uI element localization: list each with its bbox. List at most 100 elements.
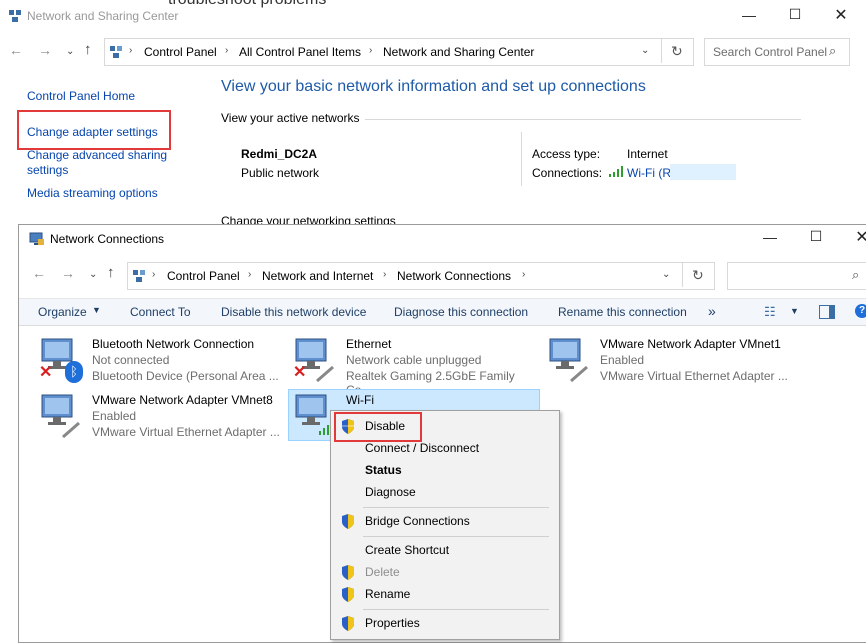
back-arrow-icon[interactable]: ← <box>9 42 23 58</box>
forward-arrow-icon[interactable]: → <box>38 42 52 58</box>
breadcrumb-chevron: › <box>225 45 229 56</box>
network-name: Redmi_DC2A <box>241 147 318 161</box>
forward-arrow-icon[interactable]: → <box>61 265 75 281</box>
search-icon[interactable]: ⌕ <box>852 267 859 283</box>
menu-item-rename[interactable]: Rename <box>331 583 557 605</box>
breadcrumb-nsc[interactable]: Network and Sharing Center <box>383 45 534 59</box>
uac-shield-icon <box>341 616 355 631</box>
breadcrumb-control-panel[interactable]: Control Panel <box>144 45 217 59</box>
preview-pane-icon[interactable] <box>819 305 835 319</box>
control-panel-home-link[interactable]: Control Panel Home <box>27 89 135 103</box>
network-connections-app-icon <box>29 231 45 247</box>
menu-item-delete: Delete <box>331 561 557 583</box>
organize-dropdown-icon[interactable]: ▼ <box>92 305 101 315</box>
wifi-connection-link[interactable]: Wi-Fi (R <box>627 166 671 180</box>
menu-label: Delete <box>365 565 400 579</box>
network-adapter-icon <box>547 337 595 388</box>
address-dropdown-icon[interactable]: ⌄ <box>641 45 649 56</box>
view-options-icon[interactable]: ☷ <box>764 304 776 320</box>
list-item[interactable]: VMware Network Adapter VMnet1 Enabled VM… <box>547 337 807 385</box>
menu-separator <box>363 609 549 610</box>
search-box[interactable]: Search Control Panel ⌕ <box>704 38 850 66</box>
diagnose-connection-button[interactable]: Diagnose this connection <box>394 305 528 319</box>
address-bar[interactable]: › Control Panel › Network and Internet ›… <box>127 262 715 290</box>
item-status: Not connected <box>92 353 170 367</box>
window-title: Network Connections <box>50 232 165 246</box>
item-status: Enabled <box>600 353 645 367</box>
menu-label: Bridge Connections <box>365 514 470 528</box>
back-arrow-icon[interactable]: ← <box>32 265 46 281</box>
minimize-button[interactable]: — <box>726 7 772 23</box>
maximize-button[interactable]: ☐ <box>772 6 818 23</box>
minimize-button[interactable]: — <box>747 229 793 245</box>
page-heading: View your basic network information and … <box>221 78 646 95</box>
list-item[interactable]: ✕ ᛒ Bluetooth Network Connection Not con… <box>39 337 289 385</box>
view-dropdown-icon[interactable]: ▼ <box>790 306 799 316</box>
up-arrow-icon[interactable]: ↑ <box>84 41 92 58</box>
menu-item-diagnose[interactable]: Diagnose <box>331 481 557 503</box>
up-arrow-icon[interactable]: ↑ <box>107 264 115 281</box>
network-app-icon <box>8 9 22 23</box>
menu-label: Status <box>365 463 402 477</box>
recent-chevron-icon[interactable]: ⌄ <box>89 269 97 280</box>
more-commands-button[interactable]: » <box>708 303 716 319</box>
section-divider <box>365 119 801 120</box>
refresh-icon[interactable]: ↻ <box>671 43 683 60</box>
change-adapter-settings-link[interactable]: Change adapter settings <box>27 125 158 139</box>
organize-menu[interactable]: Organize <box>38 305 87 319</box>
wifi-signal-icon <box>608 166 624 178</box>
redacted-area <box>670 164 736 180</box>
control-panel-icon <box>132 269 146 283</box>
connections-label: Connections: <box>532 166 603 180</box>
uac-shield-icon <box>341 514 355 529</box>
breadcrumb-chevron: › <box>369 45 373 56</box>
menu-item-status[interactable]: Status <box>331 459 557 481</box>
menu-item-connect-disconnect[interactable]: Connect / Disconnect <box>331 437 557 459</box>
disconnected-x-icon: ✕ <box>39 364 53 381</box>
item-name: Wi-Fi <box>346 393 374 407</box>
connect-to-button[interactable]: Connect To <box>130 305 191 319</box>
breadcrumb-network-connections[interactable]: Network Connections <box>397 269 511 283</box>
search-box[interactable]: ⌕ <box>727 262 866 290</box>
item-status: Network cable unplugged <box>346 353 482 367</box>
recent-chevron-icon[interactable]: ⌄ <box>66 46 74 57</box>
bluetooth-icon: ᛒ <box>65 361 83 383</box>
list-item[interactable]: ✕ Ethernet Network cable unplugged Realt… <box>293 337 543 397</box>
menu-item-create-shortcut[interactable]: Create Shortcut <box>331 539 557 561</box>
disable-device-button[interactable]: Disable this network device <box>221 305 366 319</box>
list-item[interactable]: VMware Network Adapter VMnet8 Enabled VM… <box>39 393 289 441</box>
breadcrumb-chevron: › <box>129 45 133 56</box>
refresh-icon[interactable]: ↻ <box>692 267 704 284</box>
item-device: Bluetooth Device (Personal Area ... <box>92 369 279 383</box>
search-input[interactable]: Search Control Panel <box>713 45 827 59</box>
uac-shield-icon <box>341 587 355 602</box>
maximize-button[interactable]: ☐ <box>793 228 839 245</box>
close-button[interactable]: ✕ <box>839 227 866 247</box>
breadcrumb-control-panel[interactable]: Control Panel <box>167 269 240 283</box>
search-icon[interactable]: ⌕ <box>829 43 836 59</box>
breadcrumb-chevron: › <box>152 269 156 280</box>
breadcrumb-chevron: › <box>522 269 526 280</box>
change-advanced-sharing-link[interactable]: Change advanced sharing <box>27 148 167 162</box>
breadcrumb-network-internet[interactable]: Network and Internet <box>262 269 373 283</box>
address-dropdown-icon[interactable]: ⌄ <box>662 269 670 280</box>
breadcrumb-chevron: › <box>383 269 387 280</box>
media-streaming-link[interactable]: Media streaming options <box>27 186 158 200</box>
address-bar[interactable]: › Control Panel › All Control Panel Item… <box>104 38 694 66</box>
disconnected-x-icon: ✕ <box>293 364 307 381</box>
menu-item-properties[interactable]: Properties <box>331 612 557 634</box>
breadcrumb-all-items[interactable]: All Control Panel Items <box>239 45 361 59</box>
network-type: Public network <box>241 166 320 180</box>
rename-connection-button[interactable]: Rename this connection <box>558 305 687 319</box>
context-menu: Disable Connect / Disconnect Status Diag… <box>330 410 560 640</box>
change-advanced-sharing-link-line2[interactable]: settings <box>27 163 68 177</box>
item-device: VMware Virtual Ethernet Adapter ... <box>600 369 788 383</box>
vertical-divider <box>521 132 522 186</box>
item-name: Ethernet <box>346 337 392 351</box>
close-button[interactable]: ✕ <box>818 5 864 25</box>
menu-item-bridge[interactable]: Bridge Connections <box>331 510 557 532</box>
help-icon[interactable]: ? <box>855 304 866 318</box>
item-status: Enabled <box>92 409 137 423</box>
menu-label: Rename <box>365 587 411 601</box>
network-adapter-icon <box>39 393 87 444</box>
